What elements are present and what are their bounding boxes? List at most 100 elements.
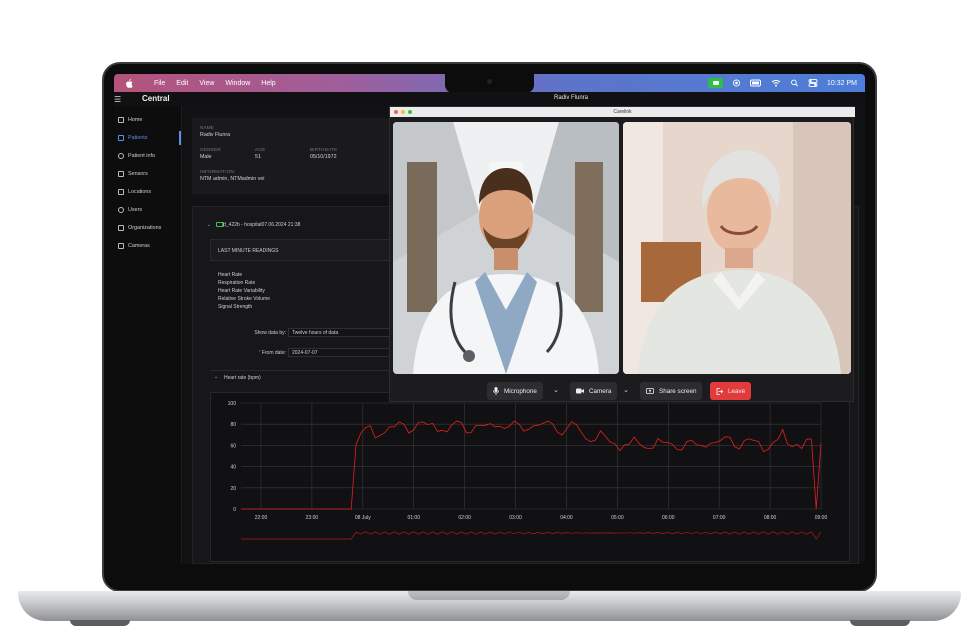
- y-tick-label: 0: [233, 507, 236, 513]
- screen: File Edit View Window Help 10:32 PM ☰ Ce…: [114, 74, 865, 564]
- sidebar-item-label: Locations: [128, 189, 152, 195]
- share-screen-label: Share screen: [659, 387, 697, 395]
- doctor-video-tile[interactable]: [393, 122, 619, 374]
- sidebar-item-patients[interactable]: Patients: [114, 129, 181, 147]
- patient-name: Radiv Flunra: [200, 132, 231, 138]
- status-tray: 10:32 PM: [708, 74, 857, 92]
- video-camera-icon: [576, 388, 584, 394]
- organizations-icon: [118, 225, 124, 231]
- microphone-icon: [493, 387, 499, 395]
- camera-label: Camera: [589, 387, 612, 395]
- menu-edit[interactable]: Edit: [176, 80, 188, 87]
- record-icon[interactable]: [732, 79, 741, 87]
- battery-icon[interactable]: [750, 79, 762, 87]
- microphone-options-chevron-icon[interactable]: ⌄: [550, 382, 562, 400]
- sidebar-item-cameras[interactable]: Cameras: [114, 237, 181, 255]
- menu-file[interactable]: File: [154, 80, 165, 87]
- hamburger-icon[interactable]: ☰: [114, 95, 121, 104]
- sidebar-item-label: Home: [128, 117, 143, 123]
- show-data-label: Show data by:: [254, 330, 286, 336]
- video-indicator-icon[interactable]: [708, 78, 724, 88]
- sidebar-item-home[interactable]: Home: [114, 111, 181, 129]
- from-date-input[interactable]: 2024-07-07: [288, 348, 392, 357]
- users-icon: [118, 207, 124, 213]
- menu-view[interactable]: View: [199, 80, 214, 87]
- x-tick-label: 09:00: [815, 515, 828, 521]
- y-tick-label: 60: [230, 443, 236, 449]
- list-item: Heart Rate Variability: [218, 288, 265, 294]
- name-label: NAME: [200, 125, 215, 130]
- apple-icon[interactable]: [124, 78, 134, 88]
- patient-gender: Male: [200, 154, 212, 160]
- show-data-select[interactable]: Twelve hours of data: [288, 328, 392, 337]
- x-tick-label: 23:00: [306, 515, 319, 521]
- search-icon[interactable]: [790, 79, 799, 87]
- age-label: AGE: [255, 147, 266, 152]
- camera-button[interactable]: Camera: [570, 382, 618, 400]
- birthdate-label: BIRTHDATE: [310, 147, 338, 152]
- chart-section-title[interactable]: Heart rate (bpm): [224, 375, 261, 381]
- list-item: Signal Strength: [218, 304, 253, 310]
- window-title: Radiv Flunra: [554, 95, 589, 101]
- list-item: Relative Stroke Volume: [218, 296, 270, 302]
- x-tick-label: 08 July: [355, 515, 371, 521]
- sidebar-item-sensors[interactable]: Sensors: [114, 165, 181, 183]
- patient-age: 51: [255, 154, 261, 160]
- leave-button[interactable]: Leave: [710, 382, 752, 400]
- y-tick-label: 100: [228, 401, 237, 407]
- x-tick-label: 02:00: [458, 515, 471, 521]
- leave-label: Leave: [728, 387, 746, 395]
- overview-series-line: [241, 531, 822, 540]
- x-tick-label: 01:00: [407, 515, 420, 521]
- y-tick-label: 20: [230, 486, 236, 492]
- patient-video-tile[interactable]: [623, 122, 851, 374]
- sidebar-item-users[interactable]: Users: [114, 201, 181, 219]
- home-icon: [118, 117, 124, 123]
- sidebar-item-label: Sensors: [128, 171, 148, 177]
- heart-rate-chart-box: 0 20 40 60 80 100 22:00 23:00 08 July 01:00 02:00 0…: [210, 392, 850, 562]
- device-label[interactable]: id_422b - hospital07.06.2024 21:38: [222, 222, 300, 228]
- readings-list: Heart Rate Respiration Rate Heart Rate V…: [218, 271, 270, 311]
- close-icon[interactable]: [394, 110, 398, 114]
- sidebar-item-label: Patients: [128, 135, 148, 141]
- minimize-icon[interactable]: [401, 110, 405, 114]
- menu-window[interactable]: Window: [225, 80, 250, 87]
- list-item: Respiration Rate: [218, 280, 256, 286]
- call-titlebar: Carelink: [390, 107, 855, 117]
- sensor-icon: [118, 171, 124, 177]
- sidebar-item-organizations[interactable]: Organizations: [114, 219, 181, 237]
- share-screen-icon: [646, 387, 654, 394]
- sidebar-item-locations[interactable]: Locations: [114, 183, 181, 201]
- microphone-label: Microphone: [504, 387, 537, 395]
- readings-title: LAST MINUTE READINGS: [218, 248, 279, 254]
- clock[interactable]: 10:32 PM: [827, 80, 857, 87]
- patient-information: NTM admin, NTMadmin vei: [200, 176, 265, 182]
- x-tick-label: 07:00: [713, 515, 726, 521]
- window-controls: [394, 110, 412, 114]
- screen-bezel: [104, 566, 875, 590]
- chevron-down-icon[interactable]: ⌄: [214, 374, 218, 380]
- sidebar-item-patient-info[interactable]: Patient info: [114, 147, 181, 165]
- wifi-icon[interactable]: [771, 79, 781, 87]
- menu-help[interactable]: Help: [261, 80, 275, 87]
- chevron-down-icon[interactable]: ⌄: [207, 222, 211, 228]
- camera-options-chevron-icon[interactable]: ⌄: [620, 382, 632, 400]
- heart-rate-chart: 0 20 40 60 80 100 22:00 23:00 08 July 01:00 02:00 0…: [228, 401, 828, 540]
- microphone-button[interactable]: Microphone: [487, 382, 543, 400]
- doctor-illustration: [393, 122, 619, 374]
- call-window: Carelink Microphone ⌄ Camera ⌄ Share scr…: [389, 106, 855, 402]
- maximize-icon[interactable]: [408, 110, 412, 114]
- sidebar: Home Patients Patient info Sensors Locat…: [114, 106, 182, 564]
- readings-header: LAST MINUTE READINGS: [210, 239, 400, 261]
- x-tick-label: 03:00: [509, 515, 522, 521]
- app-brand: Central: [142, 94, 170, 103]
- patient-birthdate: 05/10/1972: [310, 154, 337, 160]
- laptop-foot: [70, 620, 130, 626]
- from-date-label-text: From date:: [261, 350, 286, 356]
- share-screen-button[interactable]: Share screen: [640, 382, 703, 400]
- app-header: ☰ Central: [114, 92, 865, 106]
- laptop-frame: File Edit View Window Help 10:32 PM ☰ Ce…: [0, 0, 979, 636]
- location-icon: [118, 189, 124, 195]
- heart-rate-series-line: [241, 420, 822, 510]
- control-center-icon[interactable]: [808, 79, 818, 87]
